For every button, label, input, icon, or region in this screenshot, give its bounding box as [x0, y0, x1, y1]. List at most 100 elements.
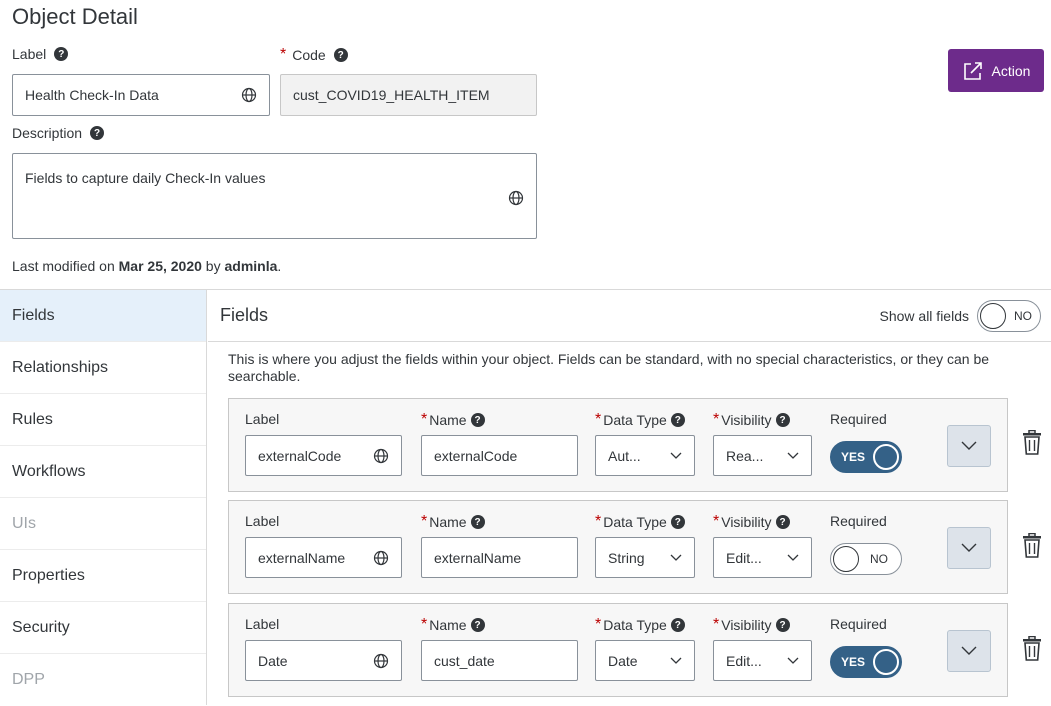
- modified-suffix: .: [277, 258, 282, 274]
- col-name-text: Name: [429, 514, 467, 530]
- last-modified-text: Last modified on Mar 25, 2020 by adminla…: [12, 258, 281, 274]
- chevron-down-icon: [670, 452, 682, 460]
- toggle-text: NO: [1014, 309, 1032, 323]
- data-type-value: Aut...: [608, 447, 641, 464]
- help-icon[interactable]: ?: [470, 618, 485, 632]
- chevron-down-icon: [670, 554, 682, 562]
- visibility-select[interactable]: Rea...: [713, 435, 812, 476]
- globe-icon[interactable]: [241, 87, 257, 103]
- sidebar: Fields Relationships Rules Workflows UIs…: [0, 290, 207, 705]
- description-textarea[interactable]: Fields to capture daily Check-In values: [12, 153, 537, 239]
- visibility-value: Rea...: [726, 447, 764, 464]
- sidebar-item-fields[interactable]: Fields: [0, 290, 206, 342]
- col-visibility-title: * Visibility?: [713, 616, 790, 634]
- code-input-value: cust_COVID19_HEALTH_ITEM: [293, 87, 490, 103]
- expand-row-button[interactable]: [947, 527, 991, 569]
- sidebar-item-rules[interactable]: Rules: [0, 394, 206, 446]
- show-all-label: Show all fields: [879, 308, 970, 324]
- description-field-title: Description ?: [12, 125, 105, 141]
- toggle-knob: [873, 649, 899, 675]
- data-type-value: Date: [608, 652, 638, 669]
- field-name-input[interactable]: externalCode: [421, 435, 578, 476]
- toggle-knob: [873, 444, 899, 470]
- chevron-down-icon: [787, 452, 799, 460]
- visibility-value: Edit...: [726, 652, 762, 669]
- sidebar-item-uis: UIs: [0, 498, 206, 550]
- field-row: Label * Name? * Data Type? * Visibility? Re…: [228, 500, 1008, 594]
- fields-panel-title: Fields: [220, 305, 269, 325]
- globe-icon[interactable]: [508, 190, 524, 206]
- help-icon[interactable]: ?: [333, 48, 348, 62]
- required-asterisk: *: [280, 46, 287, 63]
- required-toggle[interactable]: YES: [830, 646, 902, 678]
- sidebar-item-label: Security: [12, 618, 70, 636]
- field-label-input[interactable]: externalName: [245, 537, 402, 578]
- sidebar-item-workflows[interactable]: Workflows: [0, 446, 206, 498]
- field-label-input[interactable]: Date: [245, 640, 402, 681]
- field-label-value: externalName: [258, 549, 346, 566]
- action-button[interactable]: Action: [948, 49, 1044, 92]
- help-icon[interactable]: ?: [54, 47, 69, 61]
- share-icon: [963, 61, 982, 80]
- field-name-value: cust_date: [434, 652, 495, 669]
- col-visibility-text: Visibility: [721, 412, 772, 428]
- modified-user: adminla: [224, 258, 278, 274]
- globe-icon[interactable]: [373, 448, 389, 464]
- col-required-title: Required: [830, 616, 887, 632]
- required-asterisk: *: [713, 616, 720, 633]
- col-label-title: Label: [245, 616, 279, 632]
- data-type-select[interactable]: Date: [595, 640, 695, 681]
- help-icon[interactable]: ?: [775, 413, 790, 427]
- sidebar-item-label: DPP: [12, 671, 45, 688]
- col-required-text: Required: [830, 616, 887, 632]
- help-icon[interactable]: ?: [470, 515, 485, 529]
- sidebar-item-security[interactable]: Security: [0, 602, 206, 654]
- delete-icon[interactable]: [1021, 429, 1043, 456]
- field-name-input[interactable]: cust_date: [421, 640, 578, 681]
- expand-row-button[interactable]: [947, 630, 991, 672]
- required-asterisk: *: [713, 411, 720, 428]
- chevron-down-icon: [961, 441, 977, 450]
- help-icon[interactable]: ?: [775, 515, 790, 529]
- delete-icon[interactable]: [1021, 635, 1043, 662]
- help-icon[interactable]: ?: [670, 618, 685, 632]
- field-row: Label * Name? * Data Type? * Visibility? Re…: [228, 603, 1008, 697]
- field-label-input[interactable]: externalCode: [245, 435, 402, 476]
- help-icon[interactable]: ?: [775, 618, 790, 632]
- required-asterisk: *: [421, 411, 428, 428]
- help-icon[interactable]: ?: [670, 515, 685, 529]
- sidebar-item-properties[interactable]: Properties: [0, 550, 206, 602]
- page-title: Object Detail: [12, 4, 138, 29]
- col-required-title: Required: [830, 513, 887, 529]
- sidebar-item-label: Workflows: [12, 462, 86, 480]
- col-label-text: Label: [245, 513, 280, 529]
- col-name-title: * Name?: [421, 411, 485, 429]
- data-type-select[interactable]: String: [595, 537, 695, 578]
- toggle-text: YES: [841, 450, 866, 464]
- required-toggle[interactable]: YES: [830, 441, 902, 473]
- col-type-text: Data Type: [603, 412, 667, 428]
- col-required-text: Required: [830, 513, 887, 529]
- col-visibility-title: * Visibility?: [713, 513, 790, 531]
- globe-icon[interactable]: [373, 653, 389, 669]
- visibility-select[interactable]: Edit...: [713, 537, 812, 578]
- help-icon[interactable]: ?: [670, 413, 685, 427]
- col-type-text: Data Type: [603, 514, 667, 530]
- field-name-input[interactable]: externalName: [421, 537, 578, 578]
- chevron-down-icon: [961, 543, 977, 552]
- data-type-select[interactable]: Aut...: [595, 435, 695, 476]
- help-icon[interactable]: ?: [470, 413, 485, 427]
- show-all-toggle[interactable]: NO: [977, 300, 1041, 332]
- sidebar-item-label: Relationships: [12, 358, 109, 376]
- visibility-select[interactable]: Edit...: [713, 640, 812, 681]
- required-toggle[interactable]: NO: [830, 543, 902, 575]
- delete-icon[interactable]: [1021, 532, 1043, 559]
- col-visibility-title: * Visibility?: [713, 411, 790, 429]
- expand-row-button[interactable]: [947, 425, 991, 467]
- label-input-value: Health Check-In Data: [25, 87, 159, 103]
- label-input[interactable]: Health Check-In Data: [12, 74, 270, 116]
- help-icon[interactable]: ?: [90, 126, 105, 140]
- globe-icon[interactable]: [373, 550, 389, 566]
- sidebar-item-relationships[interactable]: Relationships: [0, 342, 206, 394]
- chevron-down-icon: [787, 554, 799, 562]
